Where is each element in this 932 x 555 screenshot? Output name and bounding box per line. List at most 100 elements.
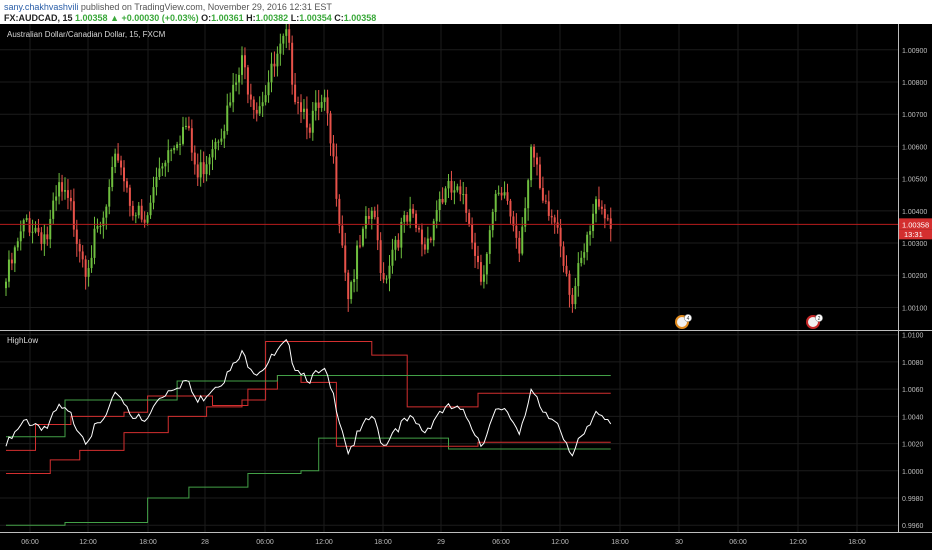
candle-body <box>530 146 533 181</box>
candle-body <box>202 162 205 175</box>
candle-body <box>409 208 412 222</box>
candle-body <box>173 147 176 151</box>
candle-body <box>382 273 385 280</box>
publish-info: sany.chakhvashvili published on TradingV… <box>4 2 332 12</box>
candle-body <box>161 166 164 169</box>
candle-body <box>19 231 22 242</box>
event-count-text: 2 <box>818 316 821 322</box>
candle-body <box>353 279 356 283</box>
candle-body <box>468 212 471 225</box>
candle-body <box>577 263 580 287</box>
candle-body <box>55 196 58 201</box>
candle-body <box>158 168 161 177</box>
candle-body <box>344 245 347 273</box>
author-link[interactable]: sany.chakhvashvili <box>4 2 78 12</box>
candle-body <box>143 219 146 223</box>
time-tick-label: 18:00 <box>139 539 157 546</box>
candle-body <box>606 218 609 220</box>
time-tick-label: 29 <box>437 539 445 546</box>
candle-body <box>235 82 238 85</box>
candle-body <box>249 94 252 100</box>
candle-body <box>465 194 468 213</box>
candle-body <box>187 125 190 129</box>
candle-body <box>506 192 509 201</box>
candle-body <box>52 200 55 219</box>
candle-body <box>553 217 556 223</box>
indicator-tick-label: 1.0000 <box>902 469 924 476</box>
time-tick-label: 18:00 <box>611 539 629 546</box>
candle-body <box>120 160 123 168</box>
candle-body <box>276 53 279 67</box>
candle-body <box>34 227 37 232</box>
close-label: C: <box>334 13 344 23</box>
candle-body <box>128 187 131 206</box>
candle-body <box>205 164 208 175</box>
candle-body <box>25 218 28 221</box>
candle-body <box>323 97 326 103</box>
candle-body <box>90 257 93 269</box>
candle-body <box>359 245 361 247</box>
indicator-tick-label: 1.0040 <box>902 414 924 421</box>
time-tick-label: 06:00 <box>256 539 274 546</box>
candle-body <box>536 157 538 165</box>
time-tick-label: 06:00 <box>21 539 39 546</box>
candle-body <box>420 229 423 245</box>
candle-body <box>146 215 149 223</box>
candle-body <box>444 188 447 203</box>
candle-body <box>379 240 382 274</box>
candle-body <box>7 259 10 282</box>
candle-body <box>450 180 453 193</box>
high-value: 1.00382 <box>255 13 289 23</box>
candle-body <box>400 221 403 248</box>
candle-body <box>176 144 179 148</box>
price-tick-label: 1.00500 <box>902 177 927 184</box>
candle-body <box>347 272 350 300</box>
candle-body <box>13 247 16 264</box>
candle-body <box>84 259 87 277</box>
price-tick-label: 1.00900 <box>902 48 927 55</box>
candle-body <box>527 180 530 209</box>
candle-body <box>341 225 344 246</box>
candle-body <box>255 109 258 114</box>
candle-body <box>547 201 550 216</box>
candle-body <box>196 164 199 178</box>
candle-body <box>556 222 559 228</box>
candle-body <box>565 265 568 274</box>
candle-body <box>562 246 565 266</box>
candle-body <box>43 234 46 244</box>
candle-body <box>311 110 314 133</box>
candle-body <box>16 241 19 248</box>
last-price: 1.00358 <box>75 13 108 23</box>
candle-body <box>503 192 506 196</box>
candle-body <box>10 259 13 264</box>
candle-body <box>580 257 583 264</box>
candle-body <box>96 226 99 229</box>
candle-body <box>589 231 592 235</box>
chart-header: sany.chakhvashvili published on TradingV… <box>0 0 932 24</box>
candle-body <box>61 182 64 192</box>
symbol-name[interactable]: FX:AUDCAD, 15 <box>4 13 73 23</box>
candle-body <box>294 84 297 103</box>
candle-body <box>300 102 302 112</box>
candle-body <box>149 202 152 216</box>
candle-body <box>243 55 246 68</box>
candle-body <box>22 220 25 232</box>
price-tick-label: 1.00100 <box>902 305 927 312</box>
chart-svg[interactable]: 1.0035813:311.009001.008001.007001.00600… <box>0 17 932 550</box>
candle-body <box>125 181 128 188</box>
candle-body <box>412 208 415 214</box>
candle-body <box>199 162 202 178</box>
candle-body <box>288 29 291 43</box>
candle-body <box>550 215 553 218</box>
candle-body <box>441 198 444 203</box>
candle-body <box>190 128 193 153</box>
indicator-tick-label: 0.9960 <box>902 523 924 530</box>
candle-body <box>273 63 276 67</box>
candle-body <box>170 150 173 152</box>
indicator-tick-label: 1.0060 <box>902 387 924 394</box>
candle-body <box>494 193 497 212</box>
main-chart-title: Australian Dollar/Canadian Dollar, 15, F… <box>7 30 166 39</box>
candle-body <box>223 131 226 139</box>
indicator-tick-label: 1.0020 <box>902 442 924 449</box>
chart-area[interactable]: 1.00358 13:31 1.00900 1.00800 1.00700 1.00600… <box>0 17 932 550</box>
